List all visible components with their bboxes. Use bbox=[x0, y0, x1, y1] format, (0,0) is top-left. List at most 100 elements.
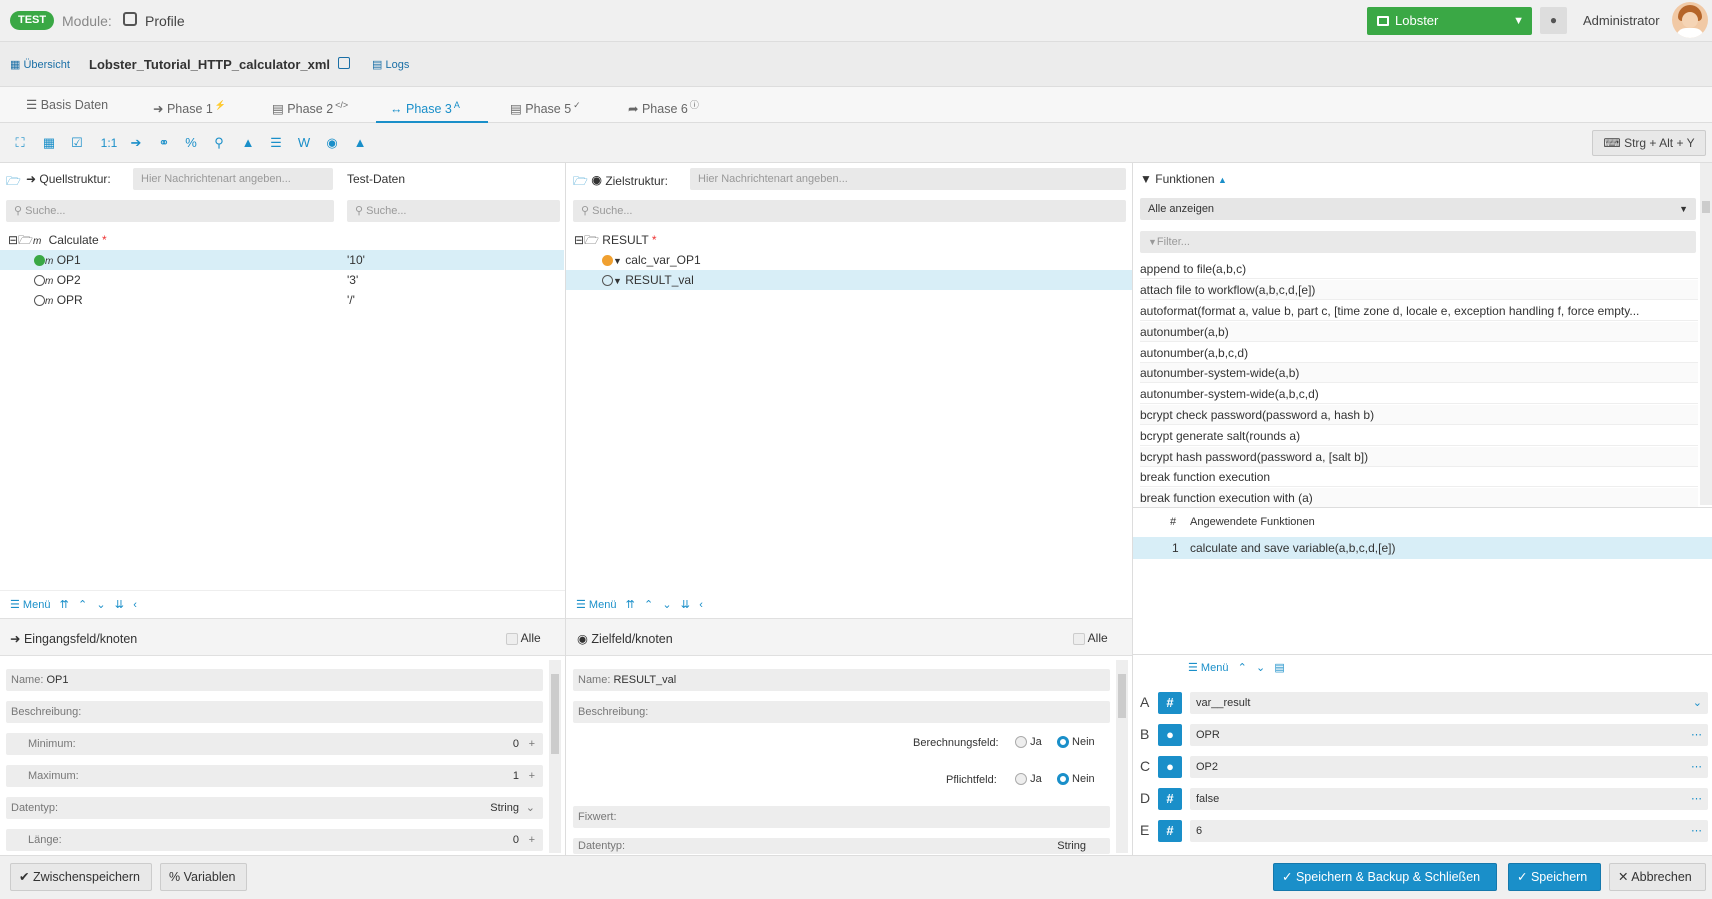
save-temp-button[interactable]: ✔ Zwischenspeichern bbox=[10, 863, 152, 891]
param-type-button[interactable]: ● bbox=[1158, 756, 1182, 778]
chevron-up-icon[interactable]: ⌃ bbox=[1238, 662, 1247, 674]
function-item[interactable]: bcrypt check password(password a, hash b… bbox=[1140, 405, 1698, 425]
tree-row-result-val[interactable]: ▼ RESULT_val bbox=[566, 270, 1132, 290]
chevron-down-icon[interactable]: ⌄ bbox=[96, 599, 105, 611]
shortcut-button[interactable]: ⌨ Strg + Alt + Y bbox=[1592, 130, 1706, 156]
chevron-up-icon[interactable]: ⌃ bbox=[644, 599, 653, 611]
checkbox[interactable] bbox=[506, 632, 518, 645]
function-item[interactable]: bcrypt hash password(password a, [salt b… bbox=[1140, 447, 1698, 467]
param-type-button[interactable]: # bbox=[1158, 788, 1182, 810]
function-item[interactable]: break function execution bbox=[1140, 467, 1698, 487]
checkbox-icon[interactable]: ☑ bbox=[67, 133, 87, 153]
param-type-button[interactable]: # bbox=[1158, 820, 1182, 842]
chevron-left-icon[interactable]: ‹ bbox=[133, 599, 137, 611]
input-panel-scrollbar[interactable] bbox=[549, 660, 561, 853]
output-panel-scrollbar[interactable] bbox=[1116, 660, 1128, 853]
tree-root-calculate[interactable]: ⊟🗁m Calculate * bbox=[8, 230, 556, 250]
chat-button[interactable]: ● bbox=[1540, 7, 1567, 34]
tab-basis-daten[interactable]: ☰ Basis Daten bbox=[26, 87, 108, 123]
tab-phase-6[interactable]: ➦ Phase 6 ⓘ bbox=[628, 87, 699, 123]
double-up-icon[interactable]: ⇈ bbox=[60, 599, 69, 611]
functions-filter-select[interactable]: Alle anzeigen ▼ bbox=[1140, 198, 1696, 220]
avatar[interactable] bbox=[1672, 2, 1708, 38]
save-button[interactable]: ✓ Speichern bbox=[1508, 863, 1601, 891]
menu-button[interactable]: ☰ Menü bbox=[576, 599, 616, 611]
expand-icon[interactable]: ⛶ bbox=[10, 133, 30, 153]
input-datatype-select[interactable]: Datentyp: String ⌄ bbox=[6, 797, 543, 819]
input-maximum-field[interactable]: Maximum: 1 + bbox=[6, 765, 543, 787]
tab-phase-1[interactable]: ➜ Basis DatenPhase 1⚡ bbox=[153, 87, 226, 123]
checkbox[interactable] bbox=[1073, 632, 1085, 645]
plus-icon[interactable]: + bbox=[529, 829, 535, 851]
target-search-input[interactable]: ⚲ Suche... bbox=[573, 200, 1126, 222]
input-length-field[interactable]: Länge: 0 + bbox=[6, 829, 543, 851]
param-type-button[interactable]: # bbox=[1158, 692, 1182, 714]
chevron-up-icon[interactable]: ⌃ bbox=[78, 599, 87, 611]
param-c-input[interactable]: OP2 ⋯ bbox=[1190, 756, 1708, 778]
function-item[interactable]: autonumber(a,b) bbox=[1140, 322, 1698, 342]
functions-header[interactable]: ▼ Funktionen ▲ bbox=[1140, 172, 1227, 186]
arrow-right-icon[interactable]: ➔ bbox=[126, 133, 146, 153]
output-fixed-value-field[interactable]: Fixwert: bbox=[573, 806, 1110, 828]
word-file-icon[interactable]: W bbox=[294, 133, 314, 153]
grid-icon[interactable]: ▦ bbox=[39, 133, 59, 153]
output-name-field[interactable]: Name: RESULT_val bbox=[573, 669, 1110, 691]
source-search-input[interactable]: ⚲ Suche... bbox=[6, 200, 334, 222]
lobster-dropdown[interactable]: Lobster ▼ bbox=[1367, 7, 1532, 35]
testdata-search-input[interactable]: ⚲ Suche... bbox=[347, 200, 560, 222]
param-a-select[interactable]: var__result ⌄ bbox=[1190, 692, 1708, 714]
input-name-field[interactable]: Name: OP1 bbox=[6, 669, 543, 691]
function-item[interactable]: autonumber(a,b,c,d) bbox=[1140, 343, 1698, 363]
link-icon[interactable]: ⚭ bbox=[154, 133, 174, 153]
function-item[interactable]: autonumber-system-wide(a,b,c,d) bbox=[1140, 384, 1698, 404]
folder-open-icon[interactable]: 🗁 bbox=[6, 172, 21, 193]
param-e-input[interactable]: 6 ⋯ bbox=[1190, 820, 1708, 842]
tab-phase-2[interactable]: ▤ Phase 2 </> bbox=[272, 87, 348, 123]
param-type-button[interactable]: ● bbox=[1158, 724, 1182, 746]
search-icon[interactable]: ⚲ bbox=[209, 133, 229, 153]
radio-yes[interactable] bbox=[1015, 773, 1027, 786]
double-down-icon[interactable]: ⇊ bbox=[681, 599, 690, 611]
function-item[interactable]: autoformat(format a, value b, part c, [t… bbox=[1140, 301, 1698, 321]
function-item[interactable]: attach file to workflow(a,b,c,d,[e]) bbox=[1140, 280, 1698, 300]
function-item[interactable]: autonumber-system-wide(a,b) bbox=[1140, 363, 1698, 383]
applied-function-row[interactable]: 1 calculate and save variable(a,b,c,d,[e… bbox=[1133, 537, 1712, 559]
tab-phase-3[interactable]: ↔ Phase 3A bbox=[376, 87, 488, 123]
output-all-checkbox[interactable]: Alle bbox=[1073, 631, 1108, 645]
variables-button[interactable]: % Variablen bbox=[160, 863, 247, 891]
target-message-type-input[interactable]: Hier Nachrichtenart angeben... bbox=[690, 168, 1126, 190]
export-icon[interactable] bbox=[338, 57, 350, 69]
percent-icon[interactable]: % bbox=[181, 133, 201, 153]
input-description-field[interactable]: Beschreibung: bbox=[6, 701, 543, 723]
eye-icon[interactable]: ◉ bbox=[322, 133, 342, 153]
chevron-left-icon[interactable]: ‹ bbox=[699, 599, 703, 611]
menu-button[interactable]: ☰ Menü bbox=[1188, 662, 1228, 674]
input-minimum-field[interactable]: Minimum: 0 + bbox=[6, 733, 543, 755]
ellipsis-icon[interactable]: ⋯ bbox=[1691, 788, 1702, 810]
function-item[interactable]: break function execution with (a) bbox=[1140, 488, 1698, 508]
calc-field-radio-group[interactable]: Ja Nein bbox=[1015, 736, 1095, 749]
input-all-checkbox[interactable]: Alle bbox=[506, 631, 541, 645]
flask-icon[interactable]: ▲ bbox=[350, 133, 370, 153]
save-backup-close-button[interactable]: ✓ Speichern & Backup & Schließen bbox=[1273, 863, 1497, 891]
chevron-down-icon[interactable]: ⌄ bbox=[662, 599, 671, 611]
list-alt-icon[interactable]: ☰ bbox=[266, 133, 286, 153]
plus-icon[interactable]: + bbox=[529, 733, 535, 755]
chevron-down-icon[interactable]: ⌄ bbox=[1256, 662, 1265, 674]
menu-button[interactable]: ☰ Menü bbox=[10, 599, 50, 611]
radio-no[interactable] bbox=[1056, 736, 1069, 749]
logs-link[interactable]: ▤ Logs bbox=[372, 58, 409, 71]
radio-yes[interactable] bbox=[1015, 736, 1027, 749]
tree-row-op1[interactable]: m OP1'10' bbox=[0, 250, 564, 270]
tab-phase-5[interactable]: ▤ Phase 5 ✓ bbox=[510, 87, 581, 123]
required-radio-group[interactable]: Ja Nein bbox=[1015, 773, 1095, 786]
cancel-button[interactable]: ✕ Abbrechen bbox=[1609, 863, 1706, 891]
function-item[interactable]: bcrypt generate salt(rounds a) bbox=[1140, 426, 1698, 446]
radio-no[interactable] bbox=[1056, 773, 1069, 786]
one-to-one-button[interactable]: 1:1 bbox=[96, 133, 122, 153]
graduation-cap-icon[interactable]: ▲ bbox=[238, 133, 258, 153]
output-datatype-select[interactable]: Datentyp: String bbox=[573, 838, 1110, 854]
functions-filter-input[interactable]: ▼Filter... bbox=[1140, 231, 1696, 253]
plus-icon[interactable]: + bbox=[529, 765, 535, 787]
param-d-input[interactable]: false ⋯ bbox=[1190, 788, 1708, 810]
